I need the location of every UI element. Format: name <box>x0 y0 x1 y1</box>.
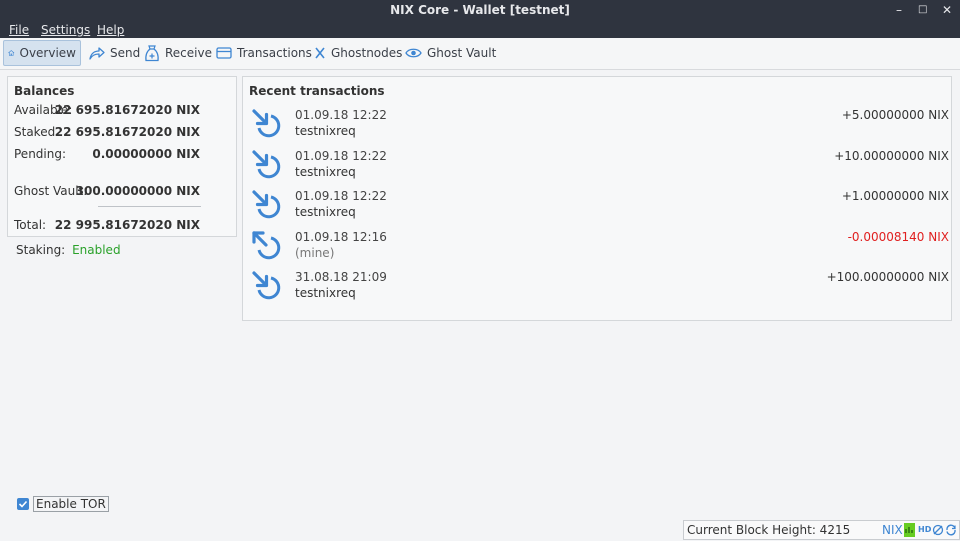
transaction-date: 01.09.18 12:22 <box>295 108 387 122</box>
network-icon <box>904 523 915 537</box>
ghost-vault-value: 300.00000000 NIX <box>75 184 200 198</box>
staking-icon <box>932 524 944 536</box>
menu-settings[interactable]: Settings <box>41 23 90 37</box>
total-label: Total: <box>14 218 47 232</box>
enable-tor-toggle[interactable]: Enable TOR <box>17 496 109 512</box>
maximize-icon[interactable]: □ <box>918 4 927 15</box>
transaction-row[interactable]: 01.09.18 12:22 testnixreq +10.00000000 NIX <box>249 147 949 187</box>
enable-tor-label: Enable TOR <box>33 496 109 512</box>
staked-label: Staked <box>14 125 56 139</box>
recent-transactions-panel: Recent transactions 01.09.18 12:22 testni… <box>242 76 952 321</box>
ghostnodes-icon <box>315 47 325 59</box>
staking-status: Staking: Enabled <box>16 243 121 257</box>
home-icon <box>8 50 15 56</box>
transaction-label: (mine) <box>295 245 335 260</box>
close-icon[interactable]: ✕ <box>942 3 952 17</box>
staked-value: 22 695.81672020 NIX <box>54 125 200 139</box>
available-value: 22 695.81672020 NIX <box>54 103 200 117</box>
total-divider <box>98 206 201 207</box>
tab-overview-label: Overview <box>19 46 77 60</box>
transaction-date: 01.09.18 12:22 <box>295 189 387 203</box>
block-height: Current Block Height: 4215 <box>687 523 851 537</box>
transaction-row[interactable]: 01.09.18 12:16 (mine) -0.00008140 NIX <box>249 228 949 268</box>
balances-panel: Balances Available: 22 695.81672020 NIX … <box>7 76 237 237</box>
tab-transactions[interactable]: Transactions <box>212 40 316 66</box>
total-value: 22 995.81672020 NIX <box>54 218 200 232</box>
tab-ghostnodes[interactable]: Ghostnodes <box>310 40 406 66</box>
transaction-amount: +10.00000000 NIX <box>834 148 949 163</box>
pending-value: 0.00000000 NIX <box>92 147 200 161</box>
menu-help[interactable]: Help <box>97 23 124 37</box>
outgoing-transaction-icon <box>249 228 285 267</box>
tab-ghost-vault[interactable]: Ghost Vault <box>401 40 500 66</box>
menu-file[interactable]: File <box>9 23 29 37</box>
tab-receive-label: Receive <box>165 46 212 60</box>
transaction-amount: +5.00000000 NIX <box>841 108 949 122</box>
incoming-transaction-icon <box>249 187 285 226</box>
transaction-label: testnixreq <box>295 205 356 219</box>
transaction-label: testnixreq <box>295 164 356 179</box>
toolbar: Overview Send Receive Transactions Ghost… <box>0 38 960 70</box>
transactions-icon <box>216 47 232 59</box>
pending-label: Pending: <box>14 147 67 161</box>
transaction-amount: -0.00008140 NIX <box>847 229 949 244</box>
unit-selector[interactable]: NIX <box>882 523 903 537</box>
balances-heading: Balances <box>14 84 75 98</box>
transaction-date: 01.09.18 12:22 <box>295 148 387 163</box>
tab-receive[interactable]: Receive <box>140 40 216 66</box>
transaction-label: testnixreq <box>295 124 356 138</box>
transaction-row[interactable]: 01.09.18 12:22 testnixreq +5.00000000 NIX <box>249 106 949 146</box>
transaction-amount: +1.00000000 NIX <box>841 189 949 203</box>
transaction-date: 01.09.18 12:16 <box>295 229 387 244</box>
staking-label: Staking: <box>16 243 66 257</box>
tab-overview[interactable]: Overview <box>3 40 81 66</box>
title-bar: NIX Core - Wallet [testnet] – □ ✕ <box>0 0 960 22</box>
window-title: NIX Core - Wallet [testnet] <box>390 3 570 17</box>
transaction-date: 31.08.18 21:09 <box>295 270 387 284</box>
transaction-row[interactable]: 31.08.18 21:09 testnixreq +100.00000000 NI… <box>249 268 949 308</box>
incoming-transaction-icon <box>249 147 285 186</box>
incoming-transaction-icon <box>249 106 285 145</box>
tab-send[interactable]: Send <box>84 40 144 66</box>
sync-icon <box>946 524 956 536</box>
receive-icon <box>145 44 159 61</box>
minimize-icon[interactable]: – <box>896 3 902 17</box>
staking-value: Enabled <box>72 243 121 257</box>
transaction-label: testnixreq <box>295 286 356 300</box>
hd-wallet-icon: HD <box>918 525 932 534</box>
transaction-row[interactable]: 01.09.18 12:22 testnixreq +1.00000000 NIX <box>249 187 949 227</box>
tab-send-label: Send <box>110 46 141 60</box>
menu-bar: File Settings Help <box>0 22 960 38</box>
tab-transactions-label: Transactions <box>237 46 312 60</box>
eye-icon <box>405 48 422 58</box>
checkbox-checked-icon[interactable] <box>17 498 29 510</box>
incoming-transaction-icon <box>249 268 285 307</box>
send-icon <box>89 47 105 60</box>
tab-ghost-vault-label: Ghost Vault <box>427 46 497 60</box>
recent-transactions-heading: Recent transactions <box>249 84 385 98</box>
status-bar: Current Block Height: 4215 NIX HD <box>683 520 960 540</box>
transaction-amount: +100.00000000 NIX <box>826 270 949 284</box>
tab-ghostnodes-label: Ghostnodes <box>331 46 403 60</box>
